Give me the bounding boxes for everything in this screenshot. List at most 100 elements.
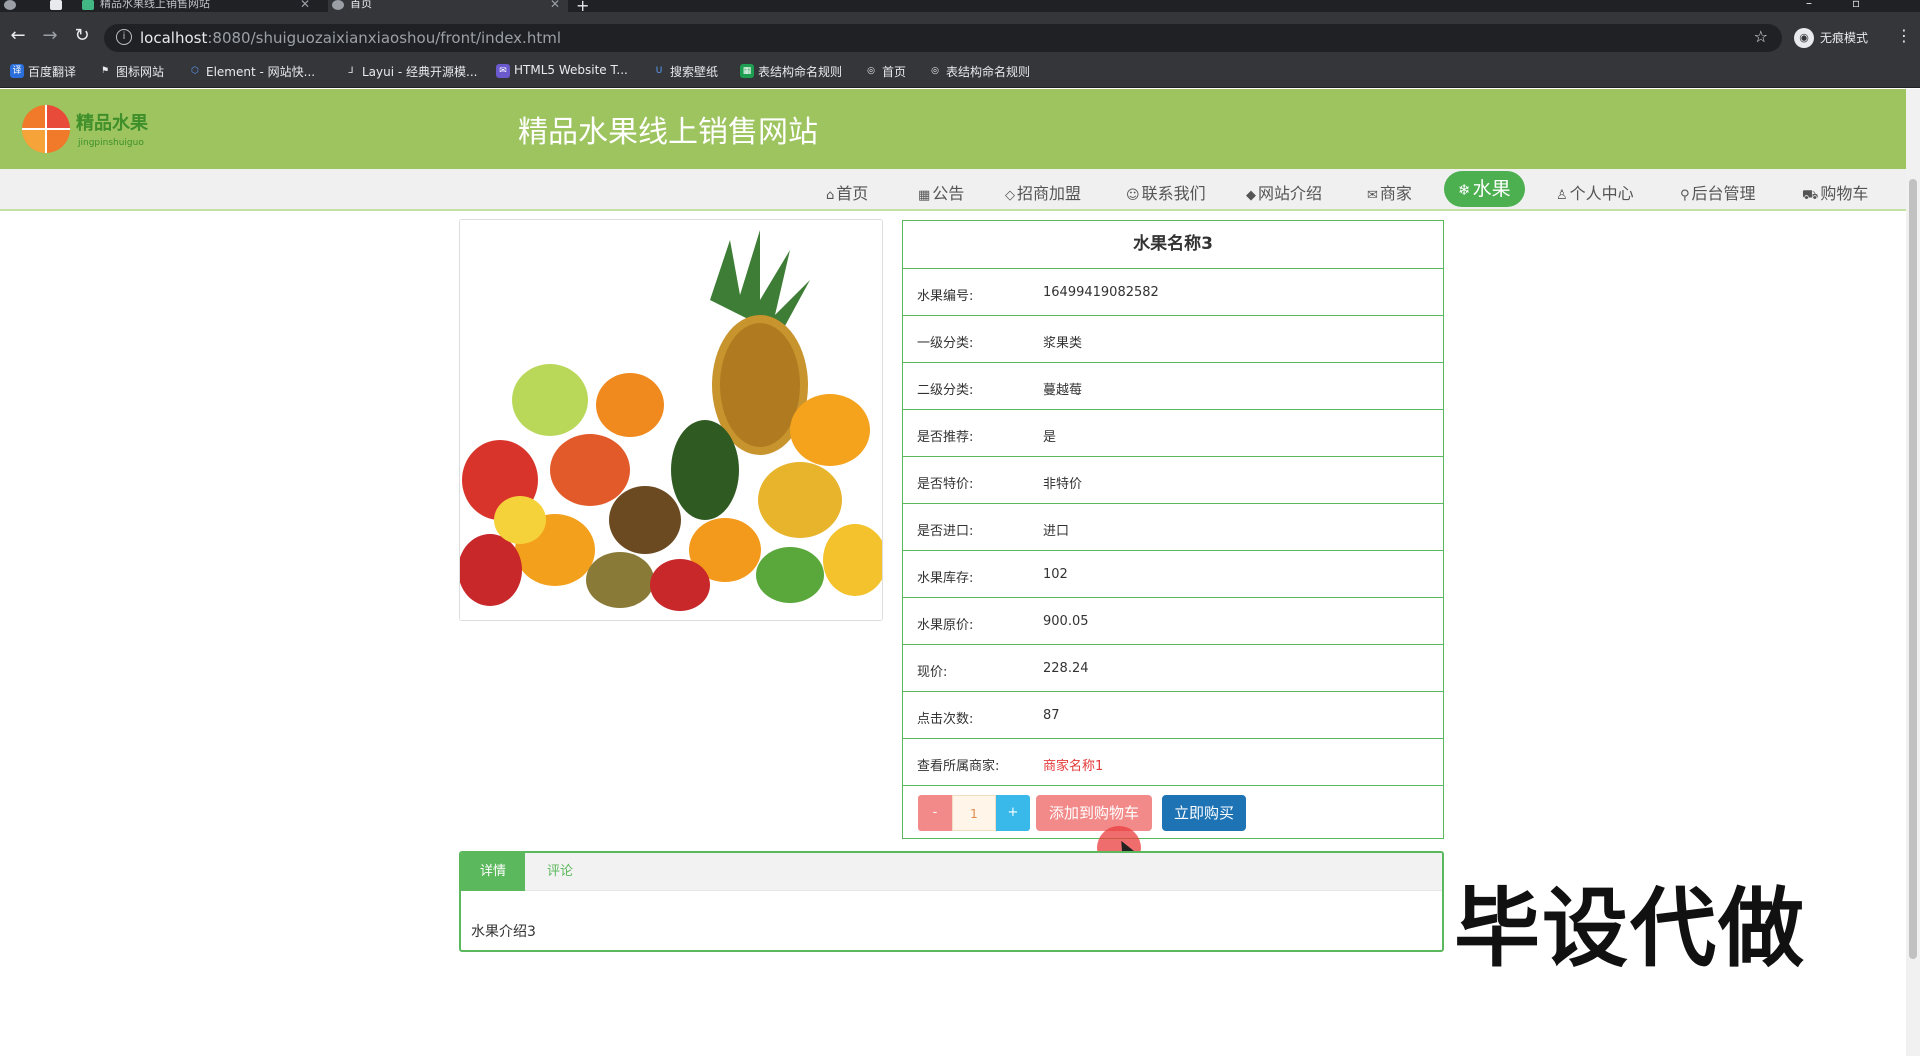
browser-tab-1[interactable]: 精品水果线上销售网站 ✕: [78, 0, 318, 12]
site-title: 精品水果线上销售网站: [518, 115, 818, 150]
bookmark-item[interactable]: ⚑ 图标网站: [98, 63, 164, 80]
field-label: 是否进口:: [917, 524, 974, 539]
nav-merchant[interactable]: ✉ 商家: [1367, 180, 1412, 204]
nav-label: 购物车: [1820, 184, 1869, 203]
forward-arrow-icon[interactable]: →: [38, 24, 62, 48]
fruit-logo-icon: 精品水果 jingpinshuiguo: [22, 105, 149, 153]
chrome-icon[interactable]: [0, 0, 18, 12]
nav-admin[interactable]: ⚲ 后台管理: [1680, 180, 1756, 204]
bookmark-item[interactable]: 译百度翻译: [10, 63, 76, 80]
nav-notice[interactable]: ▦ 公告: [918, 180, 964, 204]
field-value: 228.24: [1043, 661, 1089, 676]
nav-fruit[interactable]: ❄ 水果: [1444, 171, 1525, 207]
browser-tab-1-title: 精品水果线上销售网站: [100, 0, 210, 10]
field-value: 102: [1043, 567, 1068, 582]
tab-detail[interactable]: 详情: [461, 853, 525, 891]
detail-row: 水果库存: 102: [903, 551, 1443, 598]
nav-cart[interactable]: ⛟ 购物车: [1802, 180, 1868, 205]
chrome-logo-icon: [4, 0, 16, 10]
sheet-icon: ▦: [740, 64, 754, 78]
home-icon: ⌂: [826, 188, 835, 203]
bookmark-label: 表结构命名规则: [946, 65, 1031, 79]
quantity-input[interactable]: 1: [952, 795, 996, 831]
maximize-icon[interactable]: ▫: [1852, 0, 1860, 10]
bookmark-star-icon[interactable]: ☆: [1754, 27, 1768, 46]
translate-icon: 译: [10, 64, 24, 78]
quantity-decrease-button[interactable]: -: [918, 795, 952, 831]
field-label: 查看所属商家:: [917, 759, 1000, 774]
field-value: 87: [1043, 708, 1060, 723]
incognito-indicator[interactable]: ◉ 无痕模式: [1794, 27, 1868, 49]
bookmark-label: 表结构命名规则: [758, 65, 843, 79]
nav-franchise[interactable]: ◇ 招商加盟: [1005, 180, 1081, 204]
site-info-icon[interactable]: i: [116, 29, 132, 45]
browser-tab-2-title: 首页: [350, 0, 372, 10]
purchase-actions: - 1 + 添加到购物车 立即购买: [903, 786, 1443, 838]
incognito-icon: ◉: [1794, 28, 1814, 48]
scroll-thumb[interactable]: [1909, 179, 1917, 959]
bookmark-item[interactable]: ⬡ Element - 网站快...: [188, 63, 315, 80]
site-header: 精品水果 jingpinshuiguo 精品水果线上销售网站: [0, 89, 1906, 169]
field-value: 非特价: [1043, 477, 1083, 492]
tab-comments[interactable]: 评论: [525, 853, 595, 891]
reload-icon[interactable]: ↻: [70, 24, 94, 48]
browser-tab-2[interactable]: 首页 ✕: [328, 0, 568, 12]
add-to-cart-button[interactable]: 添加到购物车: [1036, 795, 1152, 831]
url-path: :8080/shuiguozaixianxiaoshou/front/index…: [207, 29, 561, 47]
link-icon: ⚲: [1680, 188, 1690, 203]
back-arrow-icon[interactable]: ←: [6, 24, 30, 48]
window-icon[interactable]: [46, 0, 64, 12]
menu-kebab-icon[interactable]: ⋮: [1896, 26, 1912, 45]
bookmark-item[interactable]: ◎ 表结构命名规则: [928, 63, 1030, 80]
page-scrollbar[interactable]: [1906, 89, 1920, 1056]
flag-icon: ⚑: [100, 66, 110, 76]
field-value: 进口: [1043, 524, 1070, 539]
bookmark-label: 搜索壁纸: [670, 65, 719, 79]
detail-row: 水果编号: 16499419082582: [903, 269, 1443, 316]
bookmark-label: 首页: [882, 65, 907, 79]
address-bar[interactable]: i localhost:8080/shuiguozaixianxiaoshou/…: [104, 24, 1782, 52]
nav-about[interactable]: ◆ 网站介绍: [1246, 180, 1322, 204]
bookmark-label: Element - 网站快...: [206, 65, 316, 79]
bookmark-item[interactable]: ▦ 表结构命名规则: [740, 63, 842, 80]
logo-subtext: jingpinshuiguo: [77, 138, 144, 148]
tabs-header: 详情 评论: [461, 853, 1442, 891]
close-tab-icon[interactable]: ✕: [550, 0, 560, 10]
close-tab-icon[interactable]: ✕: [300, 0, 310, 10]
bookmarks-bar: 译百度翻译 ⚑ 图标网站 ⬡ Element - 网站快... ⅃ Layui - 经…: [0, 54, 1920, 88]
element-logo-icon: ⬡: [191, 66, 199, 76]
buy-now-button[interactable]: 立即购买: [1162, 795, 1246, 831]
detail-row: 二级分类: 蔓越莓: [903, 363, 1443, 410]
fruit-basket-illustration: [460, 220, 882, 620]
nav-label: 招商加盟: [1017, 184, 1082, 203]
bookmark-label: 百度翻译: [28, 65, 77, 79]
bookmark-item[interactable]: U 搜索壁纸: [652, 63, 718, 80]
nav-profile[interactable]: ♙ 个人中心: [1556, 180, 1634, 204]
site-logo[interactable]: 精品水果 jingpinshuiguo: [20, 99, 170, 155]
merchant-link[interactable]: 商家名称1: [1043, 755, 1103, 774]
detail-row: 查看所属商家: 商家名称1: [903, 739, 1443, 786]
nav-label: 后台管理: [1691, 184, 1756, 203]
nav-label: 个人中心: [1569, 184, 1634, 203]
cart-icon: ⛟: [1802, 188, 1819, 203]
watermark-text: 毕设代做: [1454, 879, 1806, 979]
logo-text: 精品水果: [76, 112, 149, 134]
bookmark-item[interactable]: ⅃ Layui - 经典开源模...: [344, 63, 477, 80]
minimize-icon[interactable]: –: [1806, 0, 1812, 10]
field-label: 水果原价:: [917, 618, 974, 633]
nav-home[interactable]: ⌂ 首页: [826, 180, 868, 204]
main-nav: ⌂ 首页 ▦ 公告 ◇ 招商加盟 ☺ 联系我们 ◆ 网站介绍 ✉ 商家 ❄ 水果 ♙ 个人中心 …: [0, 169, 1906, 211]
vue-favicon-icon: [82, 0, 94, 10]
nav-label: 网站介绍: [1258, 184, 1323, 203]
nav-contact[interactable]: ☺ 联系我们: [1126, 180, 1206, 204]
product-detail-panel: 水果名称3 水果编号: 16499419082582 一级分类: 浆果类 二级分类:…: [902, 220, 1444, 839]
quantity-increase-button[interactable]: +: [996, 795, 1030, 831]
detail-tabs: 详情 评论 水果介绍3: [459, 851, 1444, 952]
graduation-cap-icon: ◆: [1246, 188, 1256, 203]
url-host: localhost: [140, 29, 208, 47]
bookmark-item[interactable]: ✉ HTML5 Website T...: [496, 63, 628, 78]
bookmark-item[interactable]: ◎ 首页: [864, 63, 906, 80]
product-image: [459, 219, 883, 621]
detail-row: 一级分类: 浆果类: [903, 316, 1443, 363]
bookmark-label: HTML5 Website T...: [514, 63, 628, 77]
